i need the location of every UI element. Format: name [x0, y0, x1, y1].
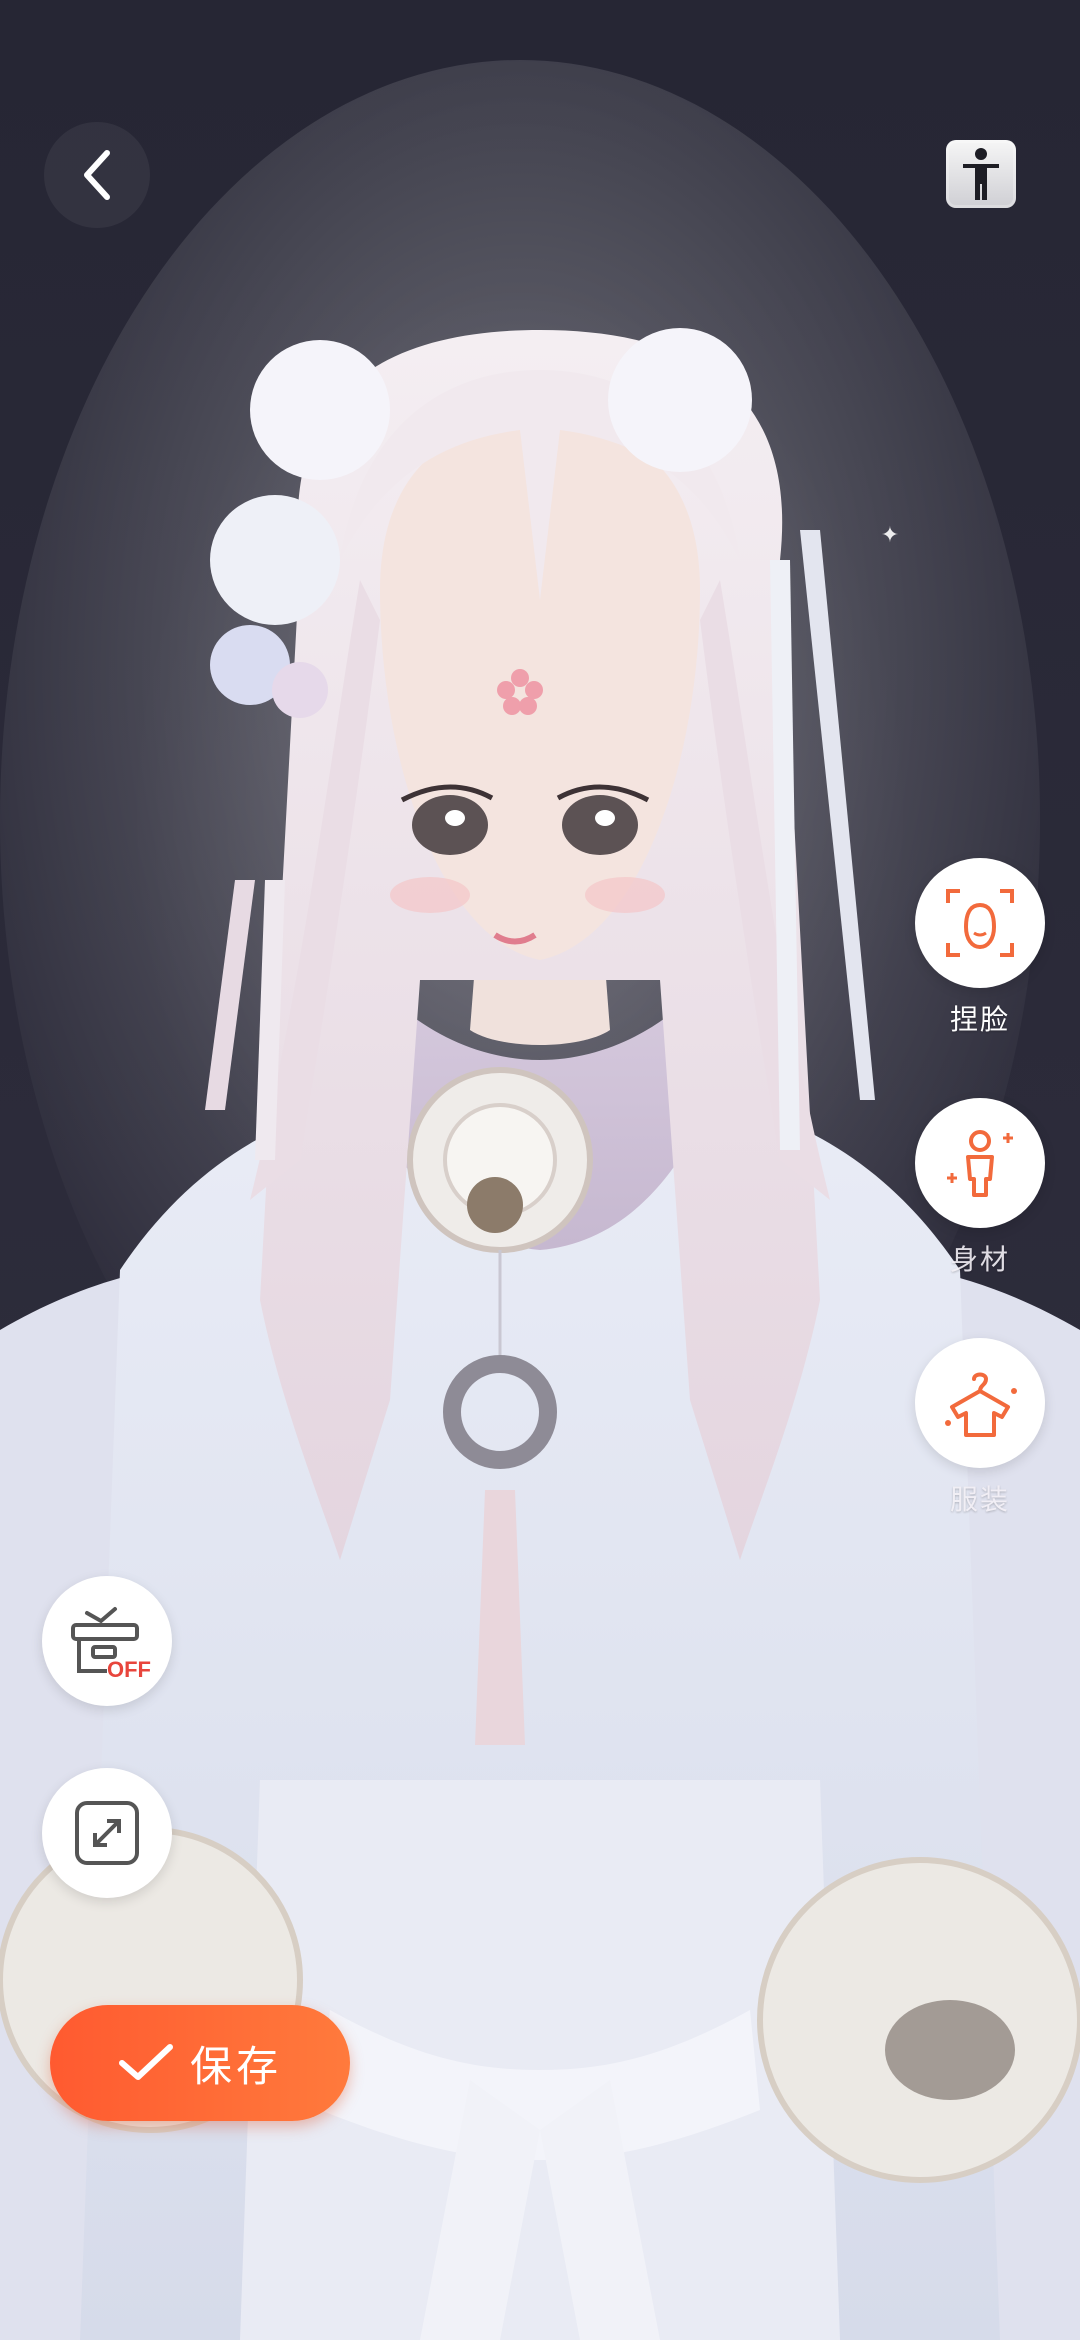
background-off-icon: OFF: [71, 1607, 151, 1682]
clothing-button[interactable]: [915, 1338, 1045, 1468]
face-sculpt-label: 捏脸: [949, 1004, 1010, 1035]
clothes-hanger-icon: [945, 1372, 1017, 1437]
expand-arrows-icon: [75, 1801, 139, 1865]
standing-figure-icon: [963, 148, 999, 200]
checkmark-icon: [118, 2044, 173, 2080]
save-button[interactable]: 保存: [50, 2005, 350, 2121]
clothing-label: 服装: [949, 1484, 1010, 1515]
clothing-tool[interactable]: 服装: [912, 1338, 1048, 1518]
body-shape-label: 身材: [949, 1244, 1010, 1275]
background-toggle-button[interactable]: OFF: [42, 1576, 172, 1706]
off-badge: OFF: [107, 1657, 151, 1682]
body-shape-tool[interactable]: 身材: [912, 1098, 1048, 1278]
chevron-left-icon: [84, 150, 110, 200]
body-shape-button[interactable]: [915, 1098, 1045, 1228]
fullscreen-button[interactable]: [42, 1768, 172, 1898]
save-label: 保存: [189, 2042, 282, 2090]
back-button[interactable]: [44, 122, 150, 228]
face-sculpt-icon: [946, 889, 1014, 957]
face-sculpt-tool[interactable]: 捏脸: [912, 858, 1048, 1038]
face-sculpt-button[interactable]: [915, 858, 1045, 988]
pose-button[interactable]: [946, 140, 1016, 208]
body-shape-icon: [947, 1130, 1013, 1197]
